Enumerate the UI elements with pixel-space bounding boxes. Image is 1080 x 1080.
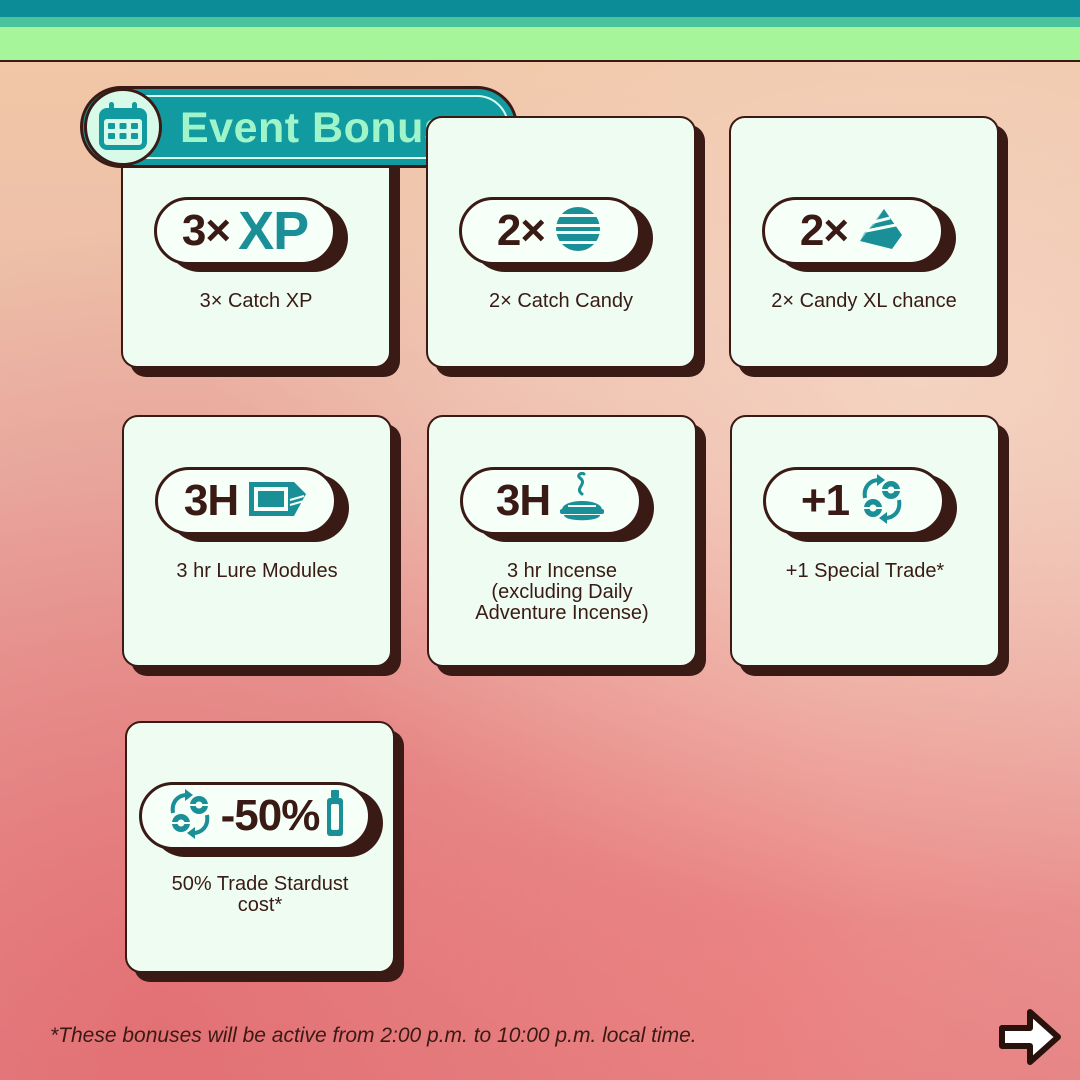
badge-multiplier: -50%: [220, 791, 321, 840]
right-arrow-icon[interactable]: [996, 1004, 1066, 1075]
candy-xl-icon: [856, 205, 906, 258]
stardust-icon: [325, 789, 345, 843]
badge-multiplier: 2×: [799, 206, 849, 255]
trade-icon: [165, 788, 215, 844]
bonus-badge: 3H: [460, 467, 642, 535]
bonus-label: 3× Catch XP: [199, 290, 313, 312]
bonus-label: +1 Special Trade*: [785, 560, 945, 582]
bonus-card-special-trade: [730, 415, 1000, 667]
bonus-label: 2× Candy XL chance: [771, 290, 957, 312]
bonus-badge: 2×: [762, 197, 944, 265]
badge-multiplier: 3×: [181, 206, 231, 255]
top-band-accent: [0, 17, 1080, 27]
bonus-label-line: 3 hr Incense: [506, 560, 618, 582]
calendar-icon: [84, 88, 162, 166]
bonus-badge: 3H: [155, 467, 337, 535]
badge-multiplier: 3H: [495, 476, 551, 525]
bonus-label-line: cost*: [237, 894, 283, 916]
bonus-label-line: Adventure Incense): [475, 602, 649, 624]
bonus-badge: +1: [763, 467, 945, 535]
bonus-card-lure: [122, 415, 392, 667]
bonus-card-incense: [427, 415, 697, 667]
bonus-badge: 2×: [459, 197, 641, 265]
bonus-label-line: 50% Trade Stardust: [171, 873, 349, 895]
xp-text: XP: [238, 201, 309, 261]
bonus-label: 3 hr Incense (excluding Daily Adventure …: [427, 561, 697, 624]
bonus-label-line: (excluding Daily: [491, 581, 633, 603]
incense-icon: [558, 471, 606, 531]
badge-multiplier: 2×: [496, 206, 546, 255]
footnote: *These bonuses will be active from 2:00 …: [50, 1024, 697, 1047]
badge-multiplier: 3H: [183, 476, 239, 525]
bonus-label: 2× Catch Candy: [489, 290, 633, 312]
bonus-label: 50% Trade Stardust cost*: [125, 874, 395, 916]
bonus-badge: 3× XP: [154, 197, 336, 265]
top-band-green: [0, 27, 1080, 62]
lure-module-icon: [246, 478, 308, 525]
badge-multiplier: +1: [800, 476, 850, 525]
bonus-badge: -50%: [139, 782, 371, 850]
candy-icon: [553, 204, 603, 259]
top-band: [0, 0, 1080, 17]
trade-icon: [857, 473, 907, 529]
bonus-label: 3 hr Lure Modules: [176, 560, 338, 582]
